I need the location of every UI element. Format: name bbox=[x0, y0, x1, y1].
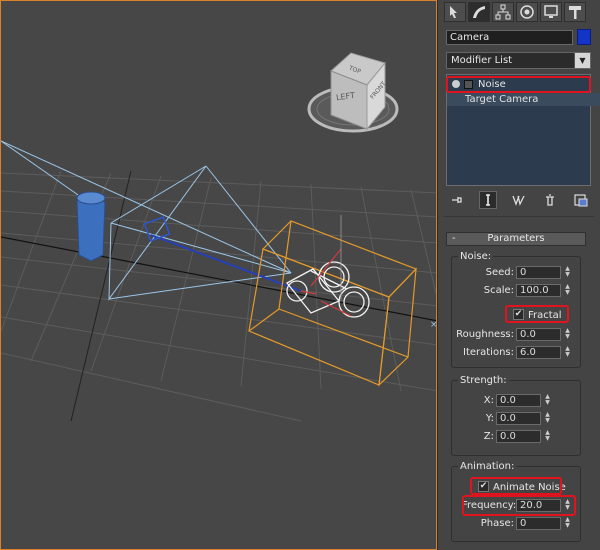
stack-item-target-camera-label: Target Camera bbox=[465, 94, 539, 105]
viewport-scene[interactable]: LEFT FRONT TOP × bbox=[1, 1, 437, 550]
scale-label: Scale: bbox=[483, 285, 514, 296]
hierarchy-icon bbox=[495, 4, 511, 20]
lightbulb-icon[interactable] bbox=[452, 80, 460, 88]
trash-icon bbox=[546, 194, 554, 206]
frequency-highlight bbox=[462, 495, 576, 516]
scale-spinner[interactable]: 100.0 bbox=[516, 284, 561, 297]
perspective-viewport[interactable]: LEFT FRONT TOP × bbox=[0, 0, 437, 550]
strength-x-label: X: bbox=[483, 395, 494, 406]
object-color-swatch[interactable] bbox=[577, 29, 591, 45]
display-icon bbox=[544, 5, 558, 18]
home-grid bbox=[1, 170, 436, 422]
stack-toolbar bbox=[448, 189, 590, 211]
panel-divider bbox=[444, 216, 594, 217]
motion-tab[interactable] bbox=[516, 2, 538, 22]
viewport-edge-marker: × bbox=[430, 320, 437, 330]
utilities-tab[interactable] bbox=[564, 2, 586, 22]
strength-z-spinner[interactable]: 0.0 bbox=[496, 430, 541, 443]
stack-item-noise[interactable]: Noise bbox=[446, 76, 591, 93]
parameters-rollout-title: Parameters bbox=[487, 233, 545, 244]
strength-x-spinner-arrows-icon[interactable]: ▲ ▼ bbox=[543, 394, 552, 407]
seed-label: Seed: bbox=[485, 267, 514, 278]
strength-z-spinner-arrows-icon[interactable]: ▲ ▼ bbox=[543, 430, 552, 443]
viewcube[interactable]: LEFT FRONT TOP bbox=[307, 52, 399, 133]
show-end-result-icon bbox=[486, 194, 490, 206]
pin-icon bbox=[452, 197, 462, 203]
modify-tab[interactable] bbox=[468, 2, 490, 22]
roughness-label: Roughness: bbox=[456, 329, 514, 340]
roughness-spinner[interactable]: 0.0 bbox=[516, 328, 561, 341]
iterations-spinner[interactable]: 6.0 bbox=[516, 346, 561, 359]
create-icon bbox=[450, 6, 457, 18]
phase-spinner-arrows-icon[interactable]: ▲ ▼ bbox=[563, 517, 572, 530]
parameters-rollout-header[interactable]: - Parameters bbox=[446, 232, 586, 246]
configure-modifier-sets-button[interactable] bbox=[572, 191, 590, 209]
motion-icon bbox=[520, 5, 534, 19]
command-panel-tabs bbox=[444, 2, 596, 24]
iterations-spinner-arrows-icon[interactable]: ▲ ▼ bbox=[563, 346, 572, 359]
strength-y-spinner[interactable]: 0.0 bbox=[496, 412, 541, 425]
expand-toggle-icon[interactable] bbox=[464, 79, 473, 89]
display-tab[interactable] bbox=[540, 2, 562, 22]
make-unique-icon bbox=[512, 195, 525, 206]
configure-icon bbox=[574, 194, 588, 207]
camera-frustum[interactable] bbox=[1, 140, 292, 301]
strength-y-spinner-arrows-icon[interactable]: ▲ ▼ bbox=[543, 412, 552, 425]
roughness-spinner-arrows-icon[interactable]: ▲ ▼ bbox=[563, 328, 572, 341]
phase-label: Phase: bbox=[480, 518, 514, 529]
make-unique-button[interactable] bbox=[510, 191, 528, 209]
hammer-icon bbox=[569, 6, 581, 19]
cylinder-object[interactable] bbox=[76, 191, 106, 262]
strength-y-label: Y: bbox=[485, 413, 494, 424]
fractal-highlight bbox=[505, 305, 569, 323]
show-end-result-button[interactable] bbox=[479, 191, 497, 209]
strength-x-spinner[interactable]: 0.0 bbox=[496, 394, 541, 407]
pin-stack-button[interactable] bbox=[448, 191, 466, 209]
modify-icon bbox=[473, 6, 485, 18]
modifier-list-dropdown[interactable]: Modifier List ▼ bbox=[446, 52, 591, 69]
strength-z-label: Z: bbox=[483, 431, 494, 442]
create-tab[interactable] bbox=[444, 2, 466, 22]
animate-noise-highlight bbox=[470, 477, 562, 495]
modifier-stack[interactable]: Noise Target Camera bbox=[446, 74, 600, 186]
iterations-label: Iterations: bbox=[463, 347, 514, 358]
strength-group-title: Strength: bbox=[458, 375, 509, 387]
camera-selection-box[interactable] bbox=[248, 220, 418, 387]
chevron-down-icon[interactable]: ▼ bbox=[574, 53, 590, 68]
stack-item-noise-label: Noise bbox=[478, 79, 506, 90]
stack-item-target-camera[interactable]: Target Camera bbox=[447, 93, 600, 106]
scale-spinner-arrows-icon[interactable]: ▲ ▼ bbox=[563, 284, 572, 297]
hierarchy-tab[interactable] bbox=[492, 2, 514, 22]
modifier-list-label: Modifier List bbox=[451, 55, 513, 66]
phase-spinner[interactable]: 0 bbox=[516, 517, 561, 530]
app-root: LEFT FRONT TOP × Camera Modifier List ▼ … bbox=[0, 0, 600, 550]
noise-group-title: Noise: bbox=[458, 251, 494, 263]
object-name-field[interactable]: Camera bbox=[446, 30, 573, 45]
seed-spinner[interactable]: 0 bbox=[516, 266, 561, 279]
seed-spinner-arrows-icon[interactable]: ▲ ▼ bbox=[563, 266, 572, 279]
collapse-icon[interactable]: - bbox=[452, 233, 456, 245]
remove-modifier-button[interactable] bbox=[541, 191, 559, 209]
animation-group-title: Animation: bbox=[458, 461, 517, 473]
